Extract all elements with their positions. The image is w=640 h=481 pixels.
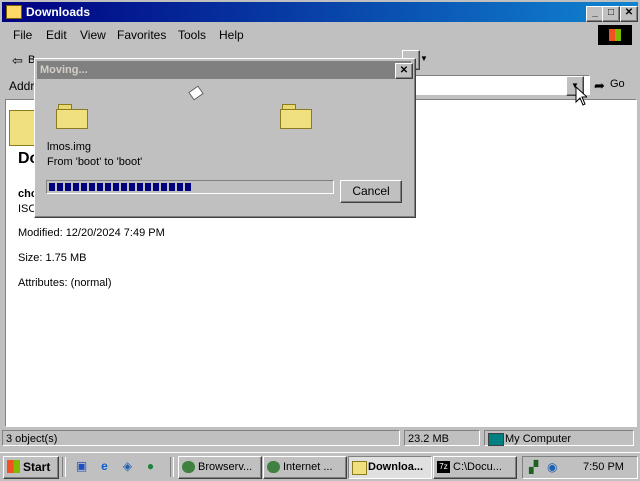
progress-block <box>105 183 111 191</box>
task-label: Internet ... <box>283 461 333 473</box>
menu-file[interactable]: File <box>13 28 32 42</box>
window-title: Downloads <box>26 5 91 19</box>
progress-block <box>57 183 63 191</box>
show-desktop-icon[interactable]: ▣ <box>74 459 89 474</box>
folder-icon <box>6 5 22 19</box>
status-zone: My Computer <box>484 430 634 446</box>
task-label: Downloa... <box>368 461 423 473</box>
progress-block <box>97 183 103 191</box>
windows-flag-icon <box>7 460 20 473</box>
taskbar-divider <box>170 457 174 477</box>
progress-block <box>177 183 183 191</box>
progress-block <box>185 183 191 191</box>
progress-block <box>153 183 159 191</box>
7zip-icon: 7z <box>437 461 450 473</box>
views-dropdown-icon[interactable]: ▼ <box>420 54 428 63</box>
progress-block <box>169 183 175 191</box>
status-size: 23.2 MB <box>404 430 480 446</box>
destination-folder-icon <box>280 104 312 129</box>
my-computer-icon <box>488 433 504 446</box>
menu-view[interactable]: View <box>80 28 106 42</box>
modified-text: Modified: 12/20/2024 7:49 PM <box>18 227 165 239</box>
maximize-button[interactable]: □ <box>602 6 620 22</box>
progress-block <box>113 183 119 191</box>
menu-tools[interactable]: Tools <box>178 28 206 42</box>
status-zone-label: My Computer <box>505 433 572 445</box>
moving-file-name: lmos.img <box>47 141 92 153</box>
internet-explorer-icon[interactable]: e <box>97 459 112 474</box>
network-icon[interactable]: ▞ <box>529 460 538 474</box>
volume-icon[interactable]: ◉ <box>547 460 557 474</box>
task-downloads[interactable]: Downloa... <box>348 456 432 479</box>
system-tray: ▞ ◉ 7:50 PM <box>522 456 638 479</box>
address-label: Addr <box>9 79 35 93</box>
task-internet[interactable]: Internet ... <box>263 456 347 479</box>
close-button[interactable]: ✕ <box>620 6 638 22</box>
channels-icon[interactable]: ◈ <box>120 459 135 474</box>
progress-block <box>65 183 71 191</box>
progress-block <box>73 183 79 191</box>
task-label: C:\Docu... <box>453 461 502 473</box>
progress-block <box>129 183 135 191</box>
progress-block <box>89 183 95 191</box>
progress-block <box>145 183 151 191</box>
task-browserv[interactable]: Browserv... <box>178 456 262 479</box>
progress-block <box>81 183 87 191</box>
attributes-text: Attributes: (normal) <box>18 277 112 289</box>
task-label: Browserv... <box>198 461 253 473</box>
task-7zip[interactable]: 7z C:\Docu... <box>433 456 517 479</box>
status-bar: 3 object(s) 23.2 MB My Computer <box>2 428 638 448</box>
go-button[interactable]: Go <box>610 78 625 90</box>
folder-icon <box>352 461 367 475</box>
windows-logo-icon <box>598 25 632 45</box>
dialog-close-button[interactable]: ✕ <box>395 63 413 79</box>
size-text: Size: 1.75 MB <box>18 252 87 264</box>
title-bar[interactable]: Downloads _ □ ✕ <box>2 2 638 22</box>
clock[interactable]: 7:50 PM <box>583 461 624 473</box>
menu-edit[interactable]: Edit <box>46 28 67 42</box>
moving-from-to: From 'boot' to 'boot' <box>47 156 143 168</box>
progress-block <box>161 183 167 191</box>
dialog-title-bar[interactable]: Moving... ✕ <box>37 61 413 79</box>
globe-icon <box>267 461 280 473</box>
cancel-button[interactable]: Cancel <box>340 180 402 203</box>
back-arrow-icon[interactable]: ⇦ <box>12 53 23 69</box>
taskbar: Start ▣ e ◈ ● Browserv... Internet ... D… <box>0 452 640 481</box>
source-folder-icon <box>56 104 88 129</box>
move-progress-bar <box>46 180 334 194</box>
start-label: Start <box>23 460 51 474</box>
taskbar-divider <box>62 457 66 477</box>
mouse-cursor-icon <box>575 86 587 106</box>
progress-block <box>49 183 55 191</box>
progress-block <box>121 183 127 191</box>
globe-icon[interactable]: ● <box>143 459 158 474</box>
progress-block <box>137 183 143 191</box>
dialog-title: Moving... <box>40 64 88 76</box>
go-arrow-icon[interactable]: ➦ <box>594 78 605 94</box>
menu-favorites[interactable]: Favorites <box>117 28 166 42</box>
menu-help[interactable]: Help <box>219 28 244 42</box>
status-objects: 3 object(s) <box>2 430 400 446</box>
menu-bar: File Edit View Favorites Tools Help <box>2 24 638 46</box>
globe-icon <box>182 461 195 473</box>
start-button[interactable]: Start <box>3 456 59 479</box>
